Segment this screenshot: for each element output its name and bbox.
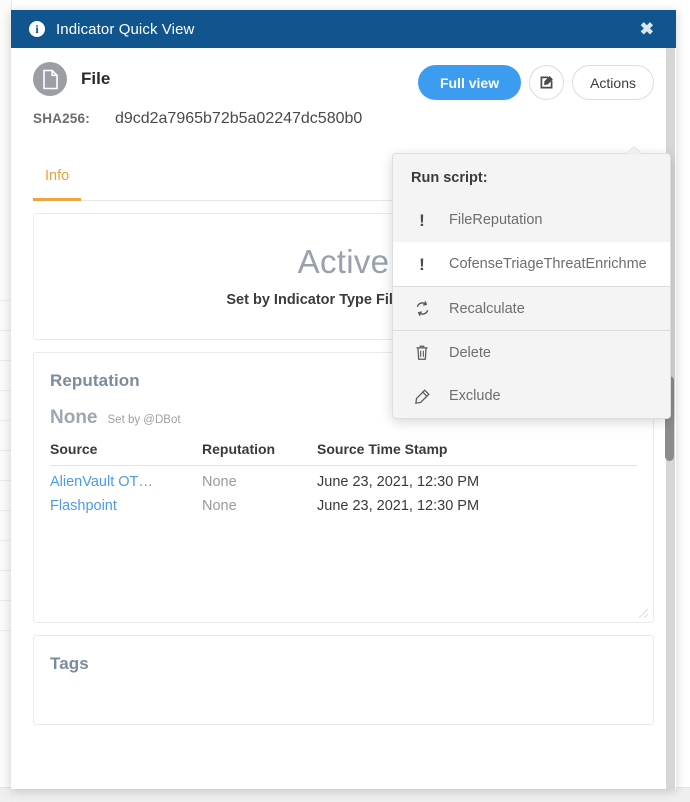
menu-item-label: Exclude (449, 388, 501, 404)
menu-item-recalculate[interactable]: Recalculate (393, 286, 670, 330)
tab-info[interactable]: Info (33, 162, 82, 201)
indicator-type-label: File (81, 69, 111, 88)
refresh-sync-icon (411, 300, 433, 317)
dropdown-caret-icon (625, 147, 643, 155)
table-header-row: Source Reputation Source Time Stamp (50, 441, 637, 466)
hash-label: SHA256: (33, 111, 90, 126)
table-row: AlienVault OT… None June 23, 2021, 12:30… (50, 466, 637, 490)
brush-exclude-icon (411, 388, 433, 405)
exclamation-icon: ! (419, 254, 425, 274)
screen: i Indicator Quick View ✖ File Full view (0, 0, 690, 802)
resize-grip-icon[interactable] (635, 605, 649, 619)
reputation-verdict: None (50, 407, 98, 428)
reputation-set-by: Set by @DBot (107, 414, 181, 426)
menu-item-label: Recalculate (449, 300, 525, 317)
modal-titlebar: i Indicator Quick View ✖ (11, 10, 676, 48)
indicator-quick-view-modal: i Indicator Quick View ✖ File Full view (11, 10, 676, 789)
edit-pencil-square-icon[interactable] (529, 65, 565, 100)
dropdown-heading: Run script: (411, 170, 488, 186)
cell-source[interactable]: AlienVault OT… (50, 466, 202, 490)
full-view-button[interactable]: Full view (417, 65, 522, 100)
reputation-table: Source Reputation Source Time Stamp Alie… (50, 441, 637, 514)
menu-item-delete[interactable]: Delete (393, 330, 670, 374)
modal-body: File Full view Actions SHA256: d9cd2a796… (11, 48, 676, 789)
trash-delete-icon (411, 344, 433, 361)
close-icon[interactable]: ✖ (636, 19, 658, 40)
menu-item-label: FileReputation (449, 212, 543, 228)
table-row: Flashpoint None June 23, 2021, 12:30 PM (50, 490, 637, 514)
file-document-icon (33, 62, 67, 96)
menu-item-filereputation[interactable]: ! FileReputation (393, 198, 670, 242)
info-circle-icon: i (29, 21, 45, 37)
cell-timestamp: June 23, 2021, 12:30 PM (317, 498, 480, 514)
backdrop-bottom-bar (0, 787, 690, 802)
tags-card-title: Tags (50, 654, 89, 673)
cell-reputation: None (202, 474, 237, 490)
cell-timestamp: June 23, 2021, 12:30 PM (317, 474, 480, 490)
column-header-source: Source (50, 441, 202, 466)
hash-row: SHA256: d9cd2a7965b72b5a02247dc580b0 (11, 110, 676, 144)
indicator-header: File Full view Actions (11, 48, 676, 110)
cell-source[interactable]: Flashpoint (50, 490, 202, 514)
menu-item-label: Delete (449, 344, 491, 361)
menu-item-cofensetriagethreatenrichment[interactable]: ! CofenseTriageThreatEnrichme (393, 242, 670, 286)
backdrop-bottom-text (0, 788, 690, 802)
cell-reputation: None (202, 498, 237, 514)
hash-value: d9cd2a7965b72b5a02247dc580b0 (114, 110, 363, 127)
header-actions: Full view Actions (417, 65, 654, 100)
column-header-reputation: Reputation (202, 441, 317, 466)
column-header-timestamp: Source Time Stamp (317, 441, 637, 466)
menu-item-label: CofenseTriageThreatEnrichme (449, 256, 647, 272)
backdrop-ghost-rows (0, 300, 11, 720)
actions-dropdown-menu: Run script: ! FileReputation ! CofenseTr… (392, 153, 671, 419)
menu-item-exclude[interactable]: Exclude (393, 374, 670, 418)
modal-title: Indicator Quick View (56, 20, 195, 38)
indicator-status: Active (297, 243, 390, 280)
tags-card: Tags (33, 635, 654, 725)
exclamation-icon: ! (419, 210, 425, 230)
actions-button[interactable]: Actions (572, 65, 654, 100)
